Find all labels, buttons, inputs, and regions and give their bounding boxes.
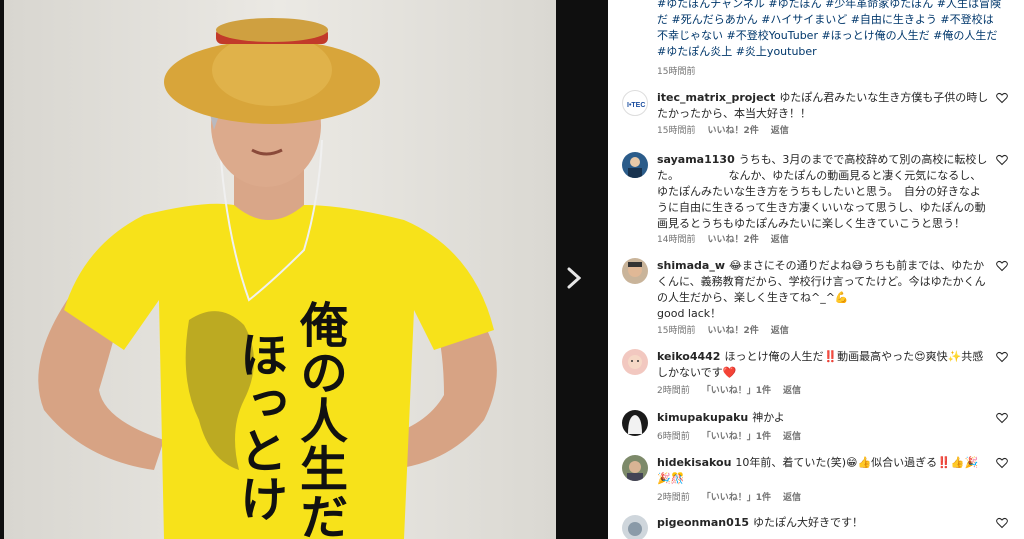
avatar[interactable]	[622, 515, 648, 539]
comment-username[interactable]: shimada_w	[657, 259, 725, 272]
comment-username[interactable]: kimupakupaku	[657, 411, 748, 424]
comment-text: keiko4442 ほっとけ俺の人生だ‼️動画最高やった😍爽快✨共感しかないです❤…	[657, 349, 989, 381]
like-button[interactable]	[996, 154, 1008, 166]
heart-icon	[996, 351, 1008, 363]
comment-content: ゆたぽん大好きです！	[753, 516, 864, 529]
comment-text: itec_matrix_project ゆたぽん君みたいな生き方僕も子供の時したか…	[657, 90, 989, 122]
heart-icon	[996, 457, 1008, 469]
avatar[interactable]	[622, 258, 648, 284]
shirt-text-1: ほっとけ	[231, 330, 287, 522]
heart-icon	[996, 92, 1008, 104]
heart-icon	[996, 517, 1008, 529]
comment-content: 神かよ	[752, 411, 785, 424]
photo-illustration: ほっとけ 俺の人生だ	[4, 0, 556, 539]
comment-text: shimada_w 😂まさにその通りだよね😅うちも前までは、ゆたかくんに、義務教育…	[657, 258, 989, 322]
comment-time: 15時間前	[657, 126, 696, 136]
avatar[interactable]	[622, 455, 648, 481]
comment-likes[interactable]: いいね！2件	[707, 123, 758, 136]
comment-meta: 2時間前 「いいね！」1件 返信	[657, 490, 801, 503]
comment-text: sayama1130 うちも、3月のまでで高校辞めて別の高校に転校した。 なんか、…	[657, 152, 989, 232]
comment-text: pigeonman015 ゆたぽん大好きです！	[657, 515, 989, 531]
comment-username[interactable]: pigeonman015	[657, 516, 749, 529]
comment-likes[interactable]: 「いいね！」1件	[702, 383, 771, 396]
comment-meta: 15時間前 いいね！2件 返信	[657, 323, 789, 336]
svg-text:I•TEC: I•TEC	[627, 102, 645, 109]
comment-meta: 2時間前 「いいね！」1件 返信	[657, 383, 801, 396]
next-photo-button[interactable]	[562, 262, 586, 294]
post-media-pane: ほっとけ 俺の人生だ	[0, 0, 608, 539]
comment-likes[interactable]: 「いいね！」1件	[702, 490, 771, 503]
avatar[interactable]	[622, 410, 648, 436]
comment-text: hidekisakou 10年前、着ていた(笑)😁👍似合い過ぎる‼️👍🎉🎉🎊	[657, 455, 989, 487]
avatar[interactable]	[622, 349, 648, 375]
heart-icon	[996, 260, 1008, 272]
like-button[interactable]	[996, 92, 1008, 104]
reply-button[interactable]: 返信	[771, 232, 789, 245]
heart-icon	[996, 154, 1008, 166]
post-time: 15時間前	[657, 67, 696, 77]
reply-button[interactable]: 返信	[771, 123, 789, 136]
comment-content-extra: good lack！	[657, 307, 722, 320]
like-button[interactable]	[996, 351, 1008, 363]
like-button[interactable]	[996, 517, 1008, 529]
avatar[interactable]	[622, 152, 648, 178]
avatar[interactable]: I•TEC	[622, 90, 648, 116]
comment-likes[interactable]: いいね！2件	[707, 232, 758, 245]
comment-username[interactable]: keiko4442	[657, 350, 720, 363]
reply-button[interactable]: 返信	[783, 490, 801, 503]
comment-username[interactable]: itec_matrix_project	[657, 91, 775, 104]
comment-text: kimupakupaku 神かよ	[657, 410, 989, 426]
reply-button[interactable]: 返信	[771, 323, 789, 336]
shirt-text-2: 俺の人生だ	[291, 300, 349, 539]
comment-likes[interactable]: いいね！2件	[707, 323, 758, 336]
comment-meta: 14時間前 いいね！2件 返信	[657, 232, 789, 245]
comment-likes[interactable]: 「いいね！」1件	[702, 429, 771, 442]
comment-time: 2時間前	[657, 493, 690, 503]
chevron-right-icon	[567, 267, 581, 289]
like-button[interactable]	[996, 457, 1008, 469]
comment-meta: 6時間前 「いいね！」1件 返信	[657, 429, 801, 442]
post-photo: ほっとけ 俺の人生だ	[4, 0, 556, 539]
comment-time: 15時間前	[657, 326, 696, 336]
like-button[interactable]	[996, 412, 1008, 424]
heart-icon	[996, 412, 1008, 424]
post-caption-hashtags[interactable]: #ゆたぽんチャンネル #ゆたぽん #少年革命家ゆたぽん #人生は冒険だ #死んだ…	[657, 0, 1002, 60]
comment-time: 14時間前	[657, 235, 696, 245]
reply-button[interactable]: 返信	[783, 383, 801, 396]
comment-meta: 15時間前 いいね！2件 返信	[657, 123, 789, 136]
comment-time: 2時間前	[657, 386, 690, 396]
comment-username[interactable]: sayama1130	[657, 153, 735, 166]
like-button[interactable]	[996, 260, 1008, 272]
comment-username[interactable]: hidekisakou	[657, 456, 731, 469]
comment-time: 6時間前	[657, 432, 690, 442]
comments-panel[interactable]: #ゆたぽんチャンネル #ゆたぽん #少年革命家ゆたぽん #人生は冒険だ #死んだ…	[608, 0, 1024, 539]
reply-button[interactable]: 返信	[783, 429, 801, 442]
